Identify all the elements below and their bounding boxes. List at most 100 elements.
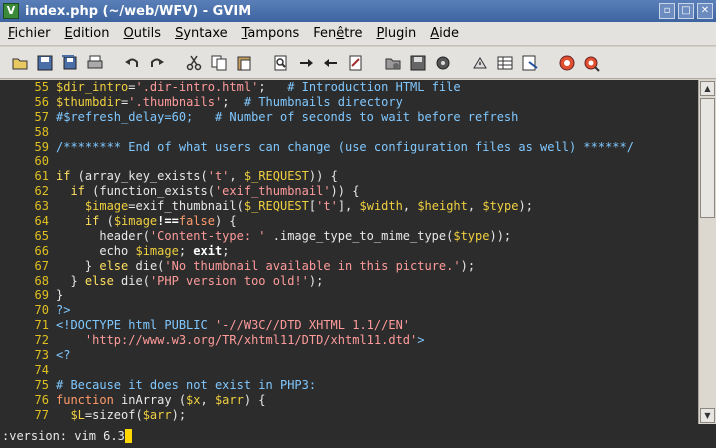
code-line[interactable]: 67 } else die('No thumbnail available in… [0, 259, 698, 274]
make-icon[interactable] [468, 51, 492, 75]
code-line[interactable]: 72 'http://www.w3.org/TR/xhtml11/DTD/xht… [0, 333, 698, 348]
save-icon[interactable] [33, 51, 57, 75]
code-token: ; [178, 243, 194, 258]
scroll-down-arrow-icon[interactable]: ▼ [700, 408, 715, 423]
redo-icon[interactable] [145, 51, 169, 75]
code-text: #$refresh_delay=60; # Number of seconds … [56, 110, 698, 125]
open-icon[interactable] [8, 51, 32, 75]
line-number: 76 [34, 392, 49, 407]
command-line[interactable]: :version: vim 6.3 [0, 424, 716, 448]
code-token: $image [135, 243, 179, 258]
scrollbar-thumb[interactable] [700, 98, 715, 218]
code-line[interactable]: 65 header('Content-type: ' .image_type_t… [0, 229, 698, 244]
code-token: else [99, 258, 129, 273]
code-text: } else die('PHP version too old!'); [56, 274, 698, 289]
code-line[interactable]: 66 echo $image; exit; [0, 244, 698, 259]
code-token: ); [518, 199, 533, 214]
code-token: $height [417, 199, 468, 214]
code-text: 'http://www.w3.org/TR/xhtml11/DTD/xhtml1… [56, 333, 698, 348]
code-line[interactable]: 64 if ($image!==false) { [0, 214, 698, 229]
code-token: if [84, 214, 100, 229]
code-line[interactable]: 55 $dir_intro='.dir-intro.html'; # Introd… [0, 80, 698, 95]
code-token: 'exif_thumbnail' [214, 184, 331, 199]
code-line[interactable]: 69} [0, 288, 698, 303]
load-session-icon[interactable] [381, 51, 405, 75]
menu-item-3[interactable]: Syntaxe [175, 26, 228, 41]
code-token: # Thumbnails directory [243, 94, 403, 109]
run-script-icon[interactable] [431, 51, 455, 75]
menu-item-4[interactable]: Tampons [242, 26, 300, 41]
code-line[interactable]: 68 } else die('PHP version too old!'); [0, 274, 698, 289]
copy-icon[interactable] [207, 51, 231, 75]
code-line[interactable]: 58 [0, 125, 698, 140]
help-icon[interactable] [555, 51, 579, 75]
scroll-up-arrow-icon[interactable]: ▲ [700, 81, 715, 96]
undo-icon[interactable] [120, 51, 144, 75]
cut-icon[interactable] [182, 51, 206, 75]
menu-item-7[interactable]: Aide [430, 26, 459, 41]
menu-item-5[interactable]: Fenêtre [313, 26, 362, 41]
menu-item-0[interactable]: Fichier [8, 26, 51, 41]
vim-app-icon[interactable]: V [3, 3, 19, 19]
code-token: ?> [56, 303, 71, 318]
paste-icon[interactable] [232, 51, 256, 75]
code-line[interactable]: 61 if (array_key_exists('t', $_REQUEST)) … [0, 169, 698, 184]
code-token: die( [128, 258, 165, 273]
line-number: 67 [34, 258, 49, 273]
code-line[interactable]: 59 /******** End of what users can change… [0, 140, 698, 155]
code-line[interactable]: 73 <? [0, 348, 698, 363]
code-token: ) { [243, 392, 266, 407]
find-icon[interactable] [269, 51, 293, 75]
code-text: # Because it does not exist in PHP3: [56, 378, 698, 393]
code-line[interactable]: 76 function inArray ($x, $arr) { [0, 393, 698, 408]
maximize-button[interactable]: □ [678, 3, 694, 19]
code-token: )); [489, 228, 512, 243]
code-line[interactable]: 77 $L=sizeof($arr); [0, 408, 698, 423]
code-token: )) { [330, 184, 360, 199]
code-token: , [467, 199, 483, 214]
menu-bar: Fichier Edition Outils Syntaxe Tampons Fenêtr… [0, 22, 716, 46]
code-line[interactable]: 62 if (function_exists('exif_thumbnail')… [0, 184, 698, 199]
find-prev-icon[interactable] [319, 51, 343, 75]
code-line[interactable]: 57 #$refresh_delay=60; # Number of second… [0, 110, 698, 125]
code-token: ( [99, 214, 114, 229]
code-line[interactable]: 63 $image=exif_thumbnail($_REQUEST['t'],… [0, 199, 698, 214]
code-text: } [56, 288, 698, 303]
code-token: $type [482, 199, 519, 214]
line-number: 65 [34, 228, 49, 243]
tags-icon[interactable] [493, 51, 517, 75]
menu-item-6[interactable]: Plugin [376, 26, 416, 41]
code-token: ; [258, 80, 288, 94]
line-number: 61 [34, 169, 49, 184]
code-line[interactable]: 56 $thumbdir='.thumbnails'; # Thumbnails … [0, 95, 698, 110]
print-icon[interactable] [83, 51, 107, 75]
code-line[interactable]: 71 <!DOCTYPE html PUBLIC '-//W3C//DTD XHT… [0, 318, 698, 333]
jump-tag-icon[interactable] [518, 51, 542, 75]
line-number: 58 [34, 124, 49, 139]
line-number: 57 [34, 109, 49, 124]
window-title: index.php (~/web/WFV) - GVIM [25, 3, 252, 19]
menu-item-2[interactable]: Outils [123, 26, 161, 41]
find-help-icon[interactable] [580, 51, 604, 75]
save-session-icon[interactable] [406, 51, 430, 75]
code-token: $image [84, 199, 129, 214]
title-bar[interactable]: V index.php (~/web/WFV) - GVIM ▫ □ ✕ [0, 0, 716, 22]
replace-icon[interactable] [344, 51, 368, 75]
code-line[interactable]: 74 [0, 363, 698, 378]
vertical-scrollbar[interactable]: ▲ ▼ [698, 80, 716, 424]
minimize-button[interactable]: ▫ [659, 3, 675, 19]
code-token: ); [171, 407, 187, 422]
menu-item-1[interactable]: Edition [65, 26, 110, 41]
editor-area[interactable]: 55 $dir_intro='.dir-intro.html'; # Introd… [0, 80, 698, 424]
code-token: , [200, 392, 215, 407]
code-line[interactable]: 75 # Because it does not exist in PHP3: [0, 378, 698, 393]
code-token: if [56, 169, 71, 184]
find-next-icon[interactable] [294, 51, 318, 75]
code-token: ); [460, 258, 476, 273]
close-button[interactable]: ✕ [697, 3, 713, 19]
code-line[interactable]: 70 ?> [0, 303, 698, 318]
code-line[interactable]: 60 [0, 154, 698, 169]
code-token: <? [56, 348, 71, 363]
save-all-icon[interactable] [58, 51, 82, 75]
